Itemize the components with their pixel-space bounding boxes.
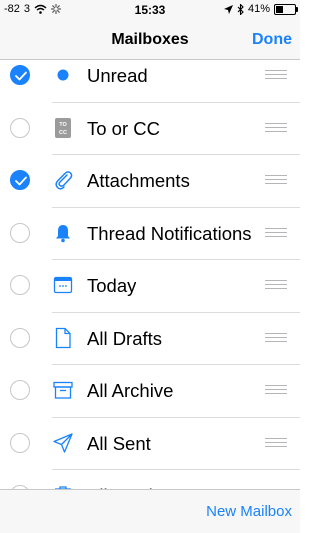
- reorder-handle-icon[interactable]: [265, 280, 287, 289]
- done-button[interactable]: Done: [252, 31, 292, 49]
- mailbox-row-unread[interactable]: Unread: [0, 50, 300, 103]
- paperclip-icon: [52, 169, 74, 191]
- mailbox-label: All Sent: [87, 432, 151, 454]
- reorder-handle-icon[interactable]: [265, 385, 287, 394]
- paper-plane-icon: [52, 432, 74, 454]
- svg-text:TO: TO: [59, 122, 67, 128]
- status-bar: -82 3 15:33 41%: [0, 0, 300, 20]
- mailbox-row-to-or-cc[interactable]: TO CC To or CC: [0, 103, 300, 155]
- mailbox-row-all-archive[interactable]: All Archive: [0, 365, 300, 418]
- select-checkbox-to-or-cc[interactable]: [10, 117, 30, 138]
- mailbox-row-all-drafts[interactable]: All Drafts: [0, 313, 300, 365]
- select-checkbox-thread-notifications[interactable]: [10, 222, 30, 243]
- select-checkbox-unread[interactable]: [10, 65, 30, 85]
- mailbox-row-today[interactable]: Today: [0, 260, 300, 313]
- select-checkbox-today[interactable]: [10, 275, 30, 295]
- mailbox-label: Thread Notifications: [87, 222, 252, 244]
- mailbox-label: All Drafts: [87, 327, 163, 349]
- new-mailbox-button[interactable]: New Mailbox: [206, 503, 292, 520]
- checkmark-icon: [15, 176, 27, 186]
- mailbox-label: Today: [87, 275, 137, 296]
- mailbox-label: To or CC: [87, 117, 160, 139]
- battery-percent: 41%: [247, 3, 270, 15]
- status-right: 41%: [223, 3, 298, 15]
- dot-icon: [52, 64, 74, 86]
- reorder-handle-icon[interactable]: [265, 122, 287, 132]
- location-arrow-icon: [223, 4, 233, 14]
- svg-text:CC: CC: [59, 130, 67, 136]
- mailbox-label: Attachments: [87, 170, 190, 191]
- mailbox-label: All Archive: [87, 380, 174, 401]
- reorder-handle-icon[interactable]: [265, 70, 287, 79]
- mailbox-row-thread-notifications[interactable]: Thread Notifications: [0, 208, 300, 260]
- mailbox-label: Unread: [87, 65, 148, 86]
- bottom-toolbar: New Mailbox: [0, 489, 300, 533]
- reorder-handle-icon[interactable]: [265, 332, 287, 342]
- select-checkbox-all-archive[interactable]: [10, 380, 30, 400]
- select-checkbox-all-sent[interactable]: [10, 432, 30, 453]
- select-checkbox-all-drafts[interactable]: [10, 327, 30, 348]
- document-icon: [52, 327, 74, 349]
- mailbox-list: Unread TO CC To or CC Attachments Thread Noti…: [0, 50, 300, 523]
- mailbox-row-all-sent[interactable]: All Sent: [0, 418, 300, 470]
- to-cc-icon: TO CC: [52, 117, 74, 139]
- calendar-icon: [52, 274, 74, 296]
- reorder-handle-icon[interactable]: [265, 227, 287, 237]
- reorder-handle-icon[interactable]: [265, 175, 287, 184]
- bell-icon: [52, 222, 74, 244]
- mailbox-row-attachments[interactable]: Attachments: [0, 155, 300, 208]
- reorder-handle-icon[interactable]: [265, 437, 287, 447]
- battery-icon: [274, 3, 298, 15]
- checkmark-icon: [15, 71, 27, 81]
- archive-box-icon: [52, 379, 74, 401]
- bluetooth-icon: [237, 3, 244, 15]
- select-checkbox-attachments[interactable]: [10, 170, 30, 190]
- battery-level: [276, 5, 284, 13]
